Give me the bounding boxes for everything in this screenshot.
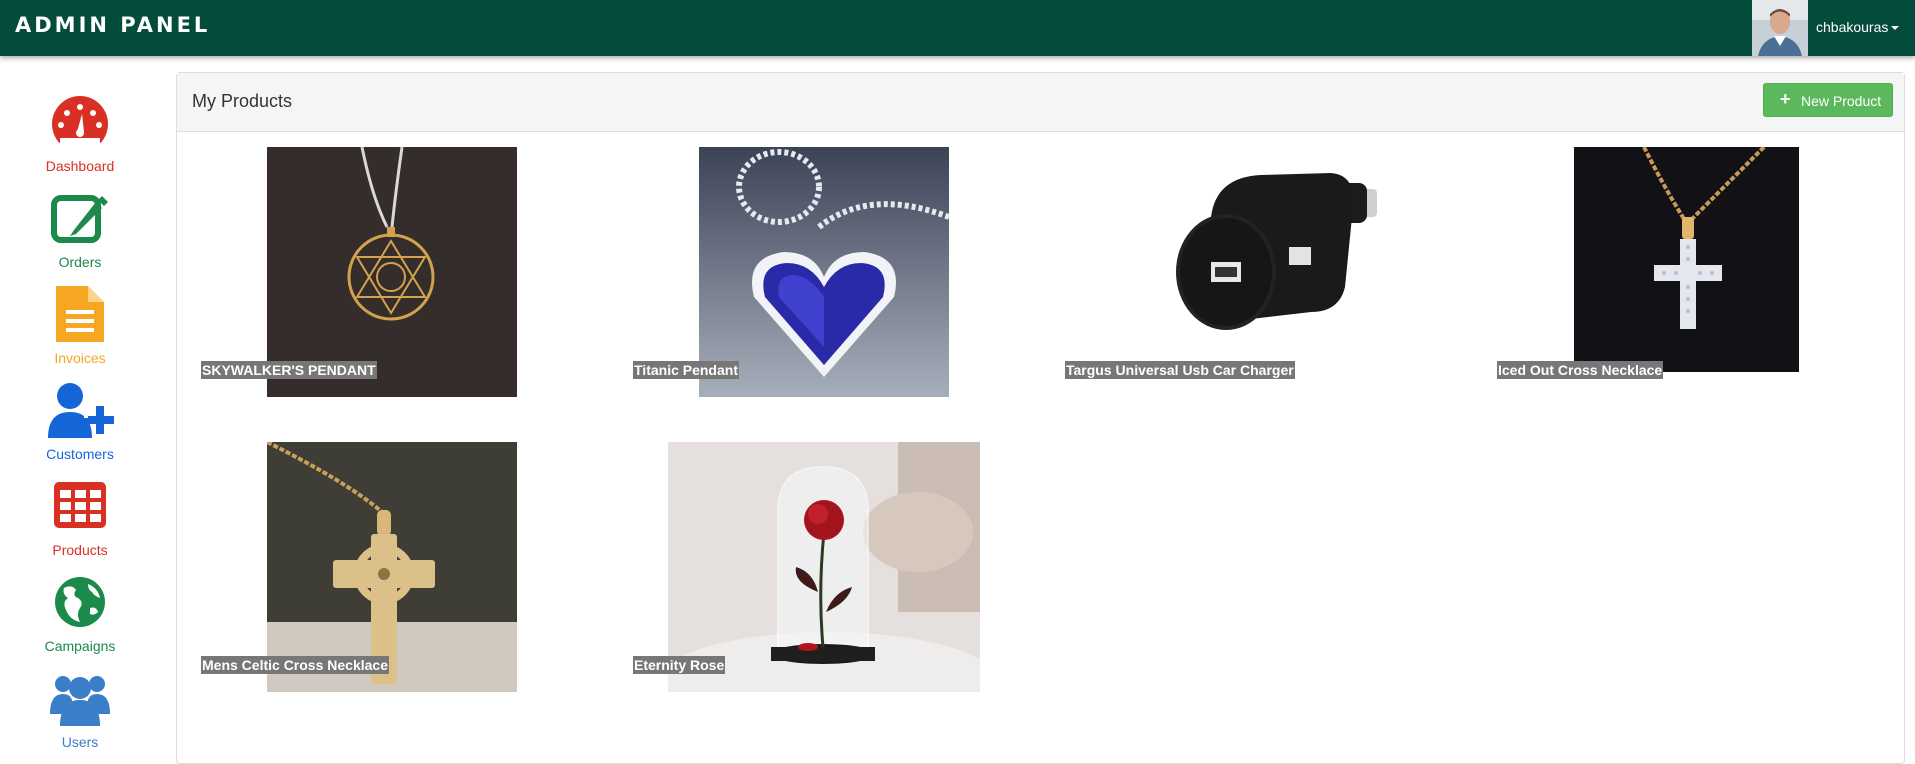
top-navbar: ADMIN PANEL chbakouras bbox=[0, 0, 1915, 56]
sidebar-item-label: Products bbox=[52, 542, 108, 558]
product-image bbox=[668, 442, 980, 692]
users-icon bbox=[50, 676, 110, 726]
new-product-button[interactable]: + New Product bbox=[1763, 83, 1893, 117]
sidebar-item-label: Campaigns bbox=[44, 638, 116, 654]
caret-down-icon bbox=[1891, 26, 1900, 31]
plus-icon: + bbox=[1780, 89, 1791, 109]
dashboard-gauge-icon bbox=[52, 96, 108, 150]
sidebar-item-campaigns[interactable]: Campaigns bbox=[0, 574, 160, 664]
sidebar-item-label: Customers bbox=[46, 446, 114, 462]
avatar[interactable] bbox=[1752, 0, 1808, 56]
product-name: Targus Universal Usb Car Charger bbox=[1065, 361, 1295, 379]
page-title: My Products bbox=[192, 91, 293, 111]
sidebar-item-products[interactable]: Products bbox=[0, 478, 160, 568]
product-image bbox=[267, 442, 517, 692]
car-charger-image bbox=[1131, 147, 1381, 397]
eternity-rose-image bbox=[668, 442, 980, 692]
sidebar-item-users[interactable]: Users bbox=[0, 670, 160, 760]
sidebar-item-dashboard[interactable]: Dashboard bbox=[0, 94, 160, 184]
product-image bbox=[267, 147, 517, 397]
product-card[interactable]: Iced Out Cross Necklace bbox=[1496, 147, 1816, 397]
product-name: Eternity Rose bbox=[633, 656, 726, 674]
sidebar-item-orders[interactable]: Orders bbox=[0, 190, 160, 280]
user-menu-toggle[interactable]: chbakouras bbox=[1816, 19, 1900, 35]
heart-pendant-image bbox=[699, 147, 949, 397]
sidebar-item-customers[interactable]: Customers bbox=[0, 382, 160, 472]
product-image bbox=[1574, 147, 1799, 372]
brand-logo[interactable]: ADMIN PANEL bbox=[15, 13, 210, 37]
sidebar-item-label: Users bbox=[61, 734, 99, 750]
panel-heading: My Products + New Product bbox=[177, 73, 1904, 132]
globe-icon bbox=[55, 577, 105, 627]
product-image bbox=[699, 147, 949, 397]
sidebar-item-label: Orders bbox=[58, 254, 102, 270]
document-icon bbox=[56, 286, 104, 342]
sidebar: Dashboard Orders Invoices Customers Prod… bbox=[0, 56, 160, 750]
product-image bbox=[1131, 147, 1381, 397]
cross-necklace-image bbox=[1574, 147, 1799, 372]
product-card[interactable]: SKYWALKER'S PENDANT bbox=[200, 147, 520, 397]
product-card[interactable]: Titanic Pendant bbox=[632, 147, 952, 397]
product-name: Iced Out Cross Necklace bbox=[1497, 361, 1664, 379]
new-product-label: New Product bbox=[1801, 93, 1882, 109]
product-name: SKYWALKER'S PENDANT bbox=[201, 361, 377, 379]
product-card[interactable]: Targus Universal Usb Car Charger bbox=[1064, 147, 1384, 397]
celtic-cross-image bbox=[267, 442, 517, 692]
product-name: Mens Celtic Cross Necklace bbox=[201, 656, 389, 674]
pendant-image bbox=[267, 147, 517, 397]
grid-table-icon bbox=[54, 482, 106, 528]
edit-icon bbox=[51, 195, 108, 243]
product-card[interactable]: Mens Celtic Cross Necklace bbox=[200, 442, 520, 692]
sidebar-item-label: Dashboard bbox=[45, 158, 115, 174]
product-card[interactable]: Eternity Rose bbox=[632, 442, 982, 692]
add-user-icon bbox=[48, 383, 114, 438]
product-name: Titanic Pendant bbox=[633, 361, 739, 379]
user-name: chbakouras bbox=[1816, 19, 1889, 35]
sidebar-item-label: Invoices bbox=[54, 350, 106, 366]
avatar-photo bbox=[1752, 0, 1808, 56]
sidebar-item-invoices[interactable]: Invoices bbox=[0, 286, 160, 376]
